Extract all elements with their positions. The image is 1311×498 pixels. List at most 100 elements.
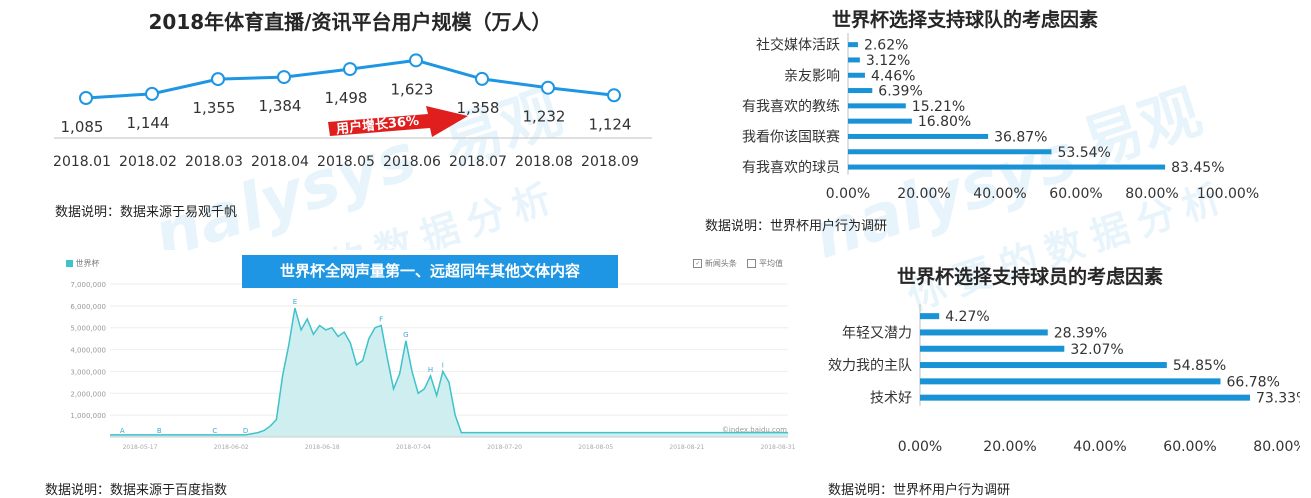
x-tick-label: 2018-07-04	[396, 444, 431, 450]
category-label: 有我喜欢的球员	[742, 160, 840, 176]
data-label: 1,355	[193, 99, 236, 117]
bar-value-label: 66.78%	[1227, 374, 1280, 390]
team-bar-chart: 2.62% 社交媒体活跃 3.12%4.46% 亲友影响 6.39%15.21% 有我喜欢…	[742, 33, 1259, 202]
player-chart-title: 世界杯选择支持球员的考虑因素	[896, 266, 1163, 288]
bar	[848, 42, 858, 48]
data-point	[277, 70, 291, 85]
x-tick-label: 2018.05	[317, 154, 375, 170]
bar	[920, 362, 1167, 369]
y-tick-label: 4,000,000	[70, 347, 106, 355]
event-marker: E	[293, 298, 297, 306]
x-tick-label: 100.00%	[1197, 186, 1259, 202]
baidu-options: ✓ 新闻头条 平均值	[693, 258, 783, 269]
data-label: 1,358	[457, 99, 500, 117]
y-tick-label: 5,000,000	[70, 325, 106, 333]
x-tick-label: 2018.03	[185, 154, 243, 170]
option-average: 平均值	[759, 259, 783, 268]
data-label: 1,232	[523, 108, 566, 126]
baidu-legend: 世界杯	[66, 258, 100, 269]
event-marker: D	[243, 427, 248, 435]
category-label: 我看你该国联赛	[742, 129, 840, 145]
bar	[920, 394, 1250, 401]
bar	[848, 164, 1166, 170]
bar-value-label: 16.80%	[918, 114, 971, 130]
bar	[848, 103, 906, 109]
x-tick-label: 2018-08-21	[669, 444, 704, 450]
x-tick-label: 2018-08-05	[578, 444, 613, 450]
x-tick-label: 60.00%	[1049, 186, 1102, 202]
x-tick-label: 2018.04	[251, 154, 309, 170]
y-tick-label: 1,000,000	[70, 412, 106, 420]
legend-label: 世界杯	[75, 259, 100, 268]
y-tick-label: 2,000,000	[70, 390, 106, 398]
growth-badge-label: 用户增长36%	[334, 113, 419, 138]
x-tick-label: 80.00%	[1125, 186, 1178, 202]
baidu-area-chart: 1,000,000 2,000,000 3,000,000 4,000,000 5,00…	[70, 281, 795, 450]
event-marker: G	[403, 331, 408, 339]
data-label: 1,085	[61, 118, 104, 136]
bar-value-label: 32.07%	[1070, 342, 1123, 358]
bar	[848, 72, 865, 78]
team-chart-note: 数据说明：世界杯用户行为调研	[705, 219, 888, 234]
x-tick-label: 2018-05-17	[123, 444, 158, 450]
x-tick-label: 2018-06-18	[305, 444, 340, 450]
category-label: 亲友影响	[784, 68, 840, 84]
bar-value-label: 15.21%	[912, 99, 965, 115]
data-point	[541, 80, 555, 95]
event-marker: F	[379, 316, 383, 324]
bar-value-label: 53.54%	[1057, 145, 1110, 161]
data-point	[211, 72, 225, 87]
bar	[920, 378, 1221, 385]
baidu-banner: 世界杯全网声量第一、远超同年其他文体内容	[242, 255, 618, 288]
bar	[848, 133, 989, 139]
player-bar-chart: 4.27% 28.39% 年轻又潜力 32.07% 54.85% 效力我的主队 66.78%…	[828, 304, 1300, 455]
data-point	[79, 91, 93, 105]
category-label: 效力我的主队	[828, 358, 912, 374]
legend-swatch-icon	[66, 260, 73, 267]
category-label: 有我喜欢的教练	[742, 99, 840, 115]
x-tick-label: 40.00%	[1073, 439, 1126, 455]
baidu-chart-note: 数据说明：数据来源于百度指数	[45, 483, 228, 498]
checkbox-checked-icon[interactable]: ✓	[693, 259, 703, 268]
checkbox-empty-icon[interactable]	[747, 259, 757, 268]
data-label: 1,498	[325, 89, 368, 107]
bar	[848, 149, 1052, 155]
team-chart-title: 世界杯选择支持球队的考虑因素	[831, 9, 1098, 31]
users-line-chart: 1,085 2018.01 1,144 2018.02 1,355 2018.03 1,38…	[53, 53, 652, 170]
data-point	[475, 71, 489, 86]
users-chart-note: 数据说明：数据来源于易观千帆	[55, 205, 238, 220]
event-marker: I	[442, 361, 444, 369]
x-tick-label: 2018.06	[383, 154, 441, 170]
x-tick-label: 80.00%	[1253, 439, 1300, 455]
bar	[920, 329, 1048, 336]
data-label: 1,623	[391, 80, 434, 98]
event-marker: B	[157, 427, 162, 435]
baidu-source: ©index.baidu.com	[721, 426, 787, 434]
bar	[920, 313, 940, 320]
x-tick-label: 0.00%	[826, 186, 870, 202]
bar-value-label: 83.45%	[1171, 160, 1224, 176]
option-news: 新闻头条	[704, 259, 737, 268]
x-tick-label: 2018.08	[515, 154, 573, 170]
bar	[920, 345, 1065, 352]
bar	[848, 88, 873, 94]
data-point	[409, 53, 423, 68]
bar-value-label: 54.85%	[1173, 358, 1226, 374]
x-tick-label: 40.00%	[973, 186, 1026, 202]
y-tick-label: 7,000,000	[70, 281, 106, 289]
x-tick-label: 2018.01	[53, 154, 111, 170]
event-marker: A	[120, 427, 125, 435]
category-label: 年轻又潜力	[842, 325, 912, 341]
users-chart-title: 2018年体育直播/资讯平台用户规模（万人）	[148, 10, 552, 34]
data-point	[607, 88, 621, 103]
bar	[848, 57, 860, 63]
x-tick-label: 2018.07	[449, 154, 507, 170]
x-tick-label: 2018.09	[581, 154, 639, 170]
bar-value-label: 4.46%	[871, 68, 915, 84]
category-label: 社交媒体活跃	[756, 37, 840, 54]
category-label: 技术好	[870, 391, 912, 407]
bar-value-label: 6.39%	[878, 84, 922, 100]
data-label: 1,384	[259, 97, 302, 115]
bar-value-label: 28.39%	[1054, 325, 1107, 341]
x-tick-label: 0.00%	[898, 439, 942, 455]
